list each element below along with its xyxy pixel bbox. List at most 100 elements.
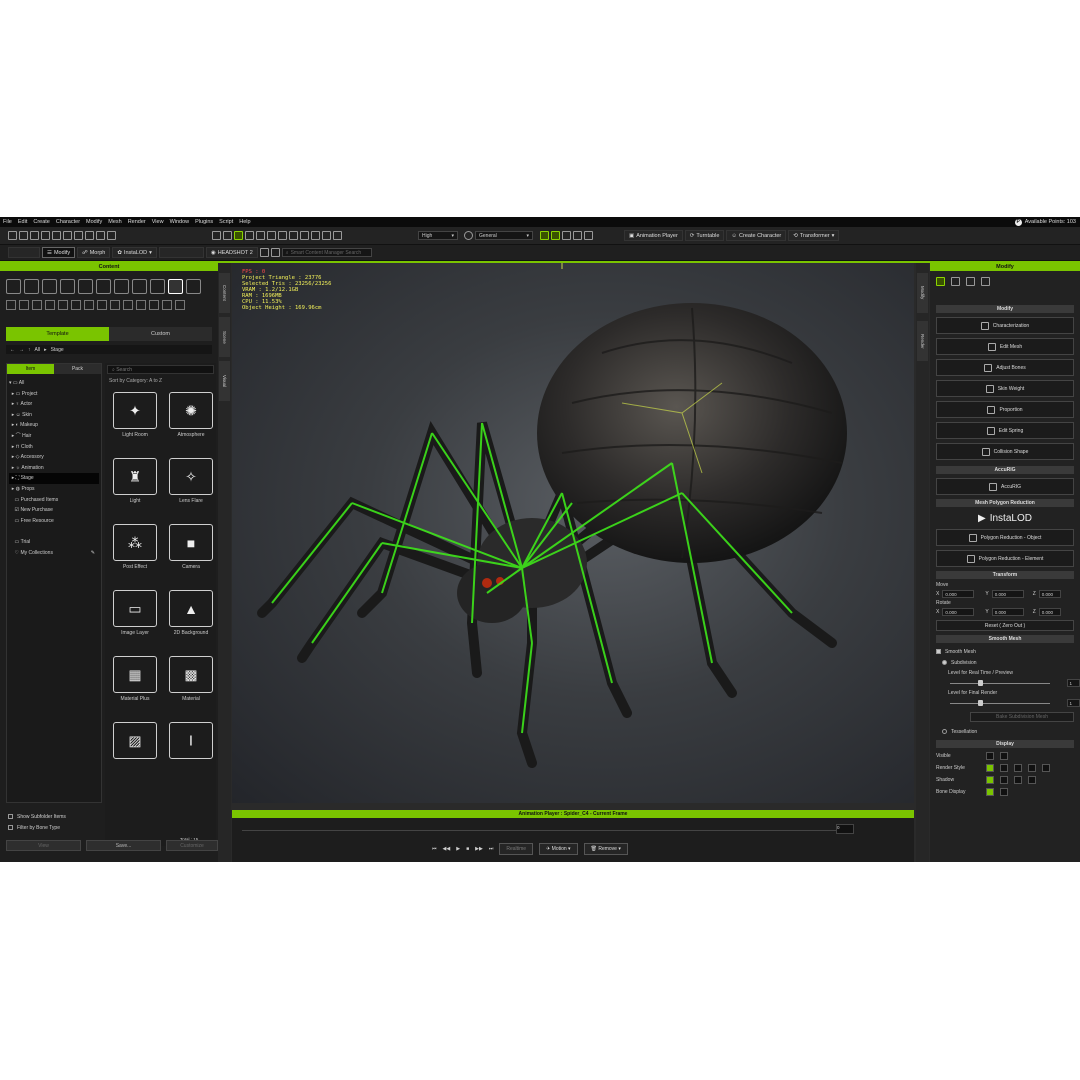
tree-item[interactable]: ▸ ⊓ Cloth [9, 442, 99, 453]
smooth-mesh-checkbox[interactable]: Smooth Mesh [936, 646, 1074, 657]
pen-icon[interactable]: ✎ [91, 548, 95, 559]
breadcrumb-all[interactable]: All [35, 347, 41, 353]
rotate-x-input[interactable]: 0.000 [942, 608, 975, 616]
menu-create[interactable]: Create [30, 219, 53, 225]
menu-character[interactable]: Character [53, 219, 83, 225]
content-search-input[interactable]: ⌕ Search [107, 365, 214, 374]
rotate-y-input[interactable]: 0.000 [991, 608, 1024, 616]
shadow-both-icon[interactable] [986, 776, 994, 784]
material-icon[interactable] [966, 276, 975, 286]
menu-help[interactable]: Help [236, 219, 253, 225]
sub-icon-14[interactable] [175, 300, 185, 310]
menu-modify[interactable]: Modify [83, 219, 105, 225]
sub-icon-13[interactable] [162, 300, 172, 310]
tree-item-selected[interactable]: ▸ ⛶ Stage [9, 473, 99, 484]
tab-scene[interactable]: Scene [219, 317, 230, 357]
breadcrumb-stage[interactable]: Stage [51, 347, 64, 353]
frame-icon[interactable] [311, 231, 320, 240]
rotate-z-input[interactable]: 0.000 [1038, 608, 1061, 616]
sub-icon-4[interactable] [45, 300, 55, 310]
actor-category-icon[interactable] [24, 279, 39, 294]
stage-category-icon[interactable] [168, 279, 183, 294]
sub-icon-7[interactable] [84, 300, 94, 310]
skin-weight-button[interactable]: Skin Weight [936, 380, 1074, 397]
accurig-button[interactable]: AccuRIG [936, 478, 1074, 495]
characterization-button[interactable]: Characterization [936, 317, 1074, 334]
menu-edit[interactable]: Edit [15, 219, 30, 225]
filter-bone-checkbox[interactable]: Filter by Bone Type [8, 822, 66, 833]
edit-spring-button[interactable]: Edit Spring [936, 422, 1074, 439]
pose-icon[interactable] [951, 276, 960, 286]
bone-show-icon[interactable] [986, 788, 994, 796]
realtime-select[interactable]: Realtime [499, 843, 534, 855]
sub-icon-6[interactable] [71, 300, 81, 310]
network-icon[interactable] [981, 276, 990, 286]
redo-icon[interactable] [223, 231, 232, 240]
snap-icon[interactable] [551, 231, 560, 240]
headshot-button[interactable]: ◉ HEADSHOT 2 [205, 247, 258, 258]
open-icon[interactable] [19, 231, 28, 240]
tab-pack[interactable]: Pack [54, 364, 101, 374]
bone-hide-icon[interactable] [1000, 788, 1008, 796]
bake-subdivision-button[interactable]: Bake Subdivision Mesh [970, 712, 1074, 722]
card-material[interactable]: ▩ Material [167, 656, 215, 702]
sub-icon-2[interactable] [19, 300, 29, 310]
tree-item[interactable]: ▸ ◇ Accessory [9, 452, 99, 463]
available-points[interactable]: P Available Points: 103 [1014, 217, 1076, 227]
play-icon[interactable]: ▶ [456, 846, 460, 852]
reset-button[interactable]: Reset ( Zero Out ) [936, 620, 1074, 631]
rig-icon[interactable] [573, 231, 582, 240]
tree-item[interactable]: ▸ ◐ Makeup [9, 420, 99, 431]
card-post-effect[interactable]: ⁂ Post Effect [111, 524, 159, 570]
zoom-icon[interactable] [96, 231, 105, 240]
cloth-category-icon[interactable] [60, 279, 75, 294]
remove-button[interactable]: 🗑 Remove ▾ [583, 843, 628, 855]
tree-item[interactable]: ▸ ♀ Actor [9, 399, 99, 410]
tab-template[interactable]: Template [6, 327, 109, 341]
sun-icon[interactable] [464, 231, 473, 240]
tree-item[interactable]: ♡ My Collections ✎ [9, 548, 99, 559]
move-icon[interactable] [245, 231, 254, 240]
tree-item[interactable]: ▾ ▭ All [9, 378, 99, 389]
hidden-icon[interactable] [1042, 764, 1050, 772]
customize-button[interactable]: Customize [166, 840, 218, 851]
create-character-button[interactable]: ☺ Create Character [726, 230, 787, 241]
frame-input[interactable]: 0 [836, 824, 854, 834]
proportion-button[interactable]: Proportion [936, 401, 1074, 418]
menu-file[interactable]: File [0, 219, 15, 225]
light-icon[interactable] [333, 231, 342, 240]
tab-custom[interactable]: Custom [109, 327, 212, 341]
sliders-icon[interactable] [936, 276, 945, 286]
tab-modify[interactable]: Modify [917, 273, 928, 313]
next-key-icon[interactable]: ▶▶ [475, 846, 483, 852]
menu-script[interactable]: Script [216, 219, 236, 225]
back-icon[interactable]: ← [10, 347, 15, 353]
card-material-plus[interactable]: ▦ Material Plus [111, 656, 159, 702]
morph-button[interactable]: ☍ Morph [77, 247, 111, 258]
smooth-shade-icon[interactable] [986, 764, 994, 772]
tab-visual[interactable]: Visual [219, 361, 230, 401]
motion-category-icon[interactable] [150, 279, 165, 294]
tree-item[interactable]: ▸ ▭ Project [9, 389, 99, 400]
menu-render[interactable]: Render [125, 219, 149, 225]
pivot-icon[interactable] [278, 231, 287, 240]
tree-item[interactable]: ▭ Purchased Items [9, 495, 99, 506]
bone-icon[interactable] [562, 231, 571, 240]
instalod-button[interactable]: ✿ InstaLOD ▾ [112, 247, 157, 258]
card-camera[interactable]: ■ Camera [167, 524, 215, 570]
menu-plugins[interactable]: Plugins [192, 219, 216, 225]
save-icon[interactable] [30, 231, 39, 240]
level-realtime-slider[interactable] [950, 680, 1050, 686]
transformer-button[interactable]: ⟲ Transformer ▾ [788, 230, 840, 241]
export-icon[interactable] [52, 231, 61, 240]
adjust-bones-button[interactable]: Adjust Bones [936, 359, 1074, 376]
tree-item[interactable]: ▸ ⌒ Hair [9, 431, 99, 442]
card-2d-background[interactable]: ▲ 2D Background [167, 590, 215, 636]
accessory-category-icon[interactable] [96, 279, 111, 294]
hair-category-icon[interactable] [78, 279, 93, 294]
card-image[interactable]: ▨ [111, 722, 159, 759]
animation-player-button[interactable]: ▣ Animation Player [624, 230, 683, 241]
shadow-receive-icon[interactable] [1014, 776, 1022, 784]
sub-icon-12[interactable] [149, 300, 159, 310]
modify-button[interactable]: ☰ Modify [42, 247, 76, 258]
